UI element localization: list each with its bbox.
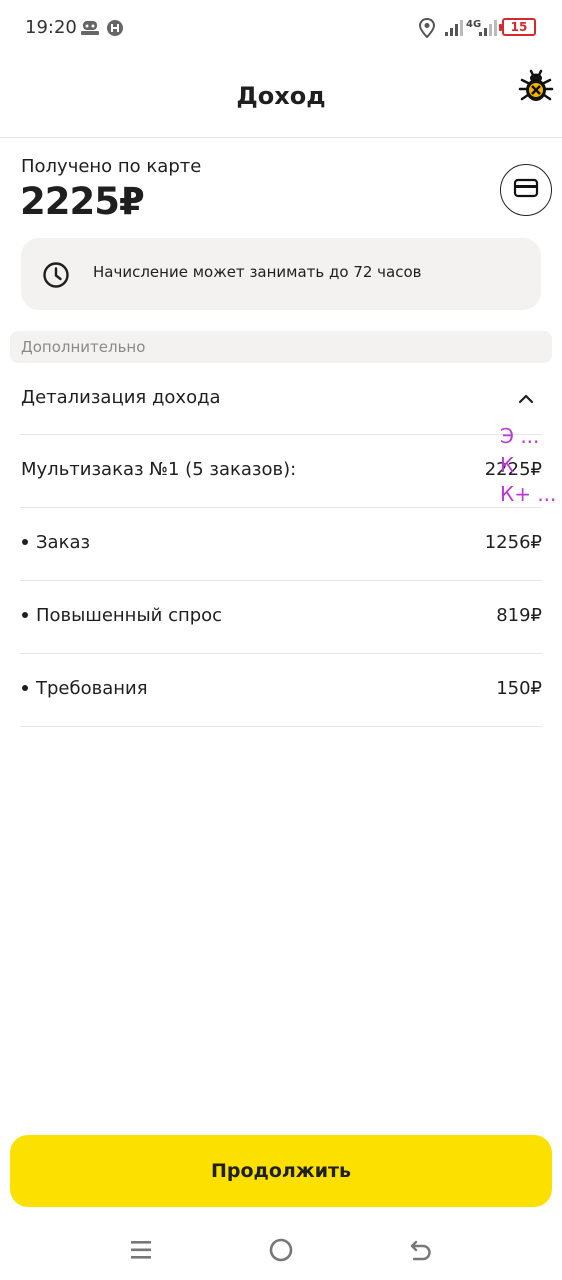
line-item: Повышенный спрос 819₽ — [20, 581, 542, 654]
received-label: Получено по карте — [21, 156, 202, 177]
debug-overlay: Э ... К К+ ... — [500, 422, 560, 509]
income-details-toggle[interactable]: Детализация дохода — [20, 363, 542, 435]
line-item-label: Требования — [36, 678, 148, 699]
location-icon — [418, 18, 436, 38]
overlay-line: К+ ... — [500, 482, 557, 506]
home-icon[interactable] — [267, 1236, 295, 1264]
details-label: Детализация дохода — [21, 387, 221, 408]
system-nav-bar — [0, 1216, 562, 1280]
line-item-label: Заказ — [36, 532, 91, 553]
accrual-notice: Начисление может занимать до 72 часов — [21, 238, 541, 310]
section-label: Дополнительно — [21, 338, 146, 356]
continue-button[interactable]: Продолжить — [10, 1135, 552, 1207]
app-header: Доход — [0, 58, 562, 138]
received-amount: 2225₽ — [20, 180, 145, 223]
back-icon[interactable] — [407, 1236, 435, 1264]
app-notification-icon — [106, 18, 124, 38]
clock-icon — [42, 261, 70, 289]
card-icon — [513, 178, 539, 202]
app-notification-icon — [80, 18, 100, 38]
chevron-up-icon — [514, 389, 538, 409]
overlay-line: К — [500, 453, 515, 477]
bullet-icon — [22, 611, 28, 618]
notice-text: Начисление может занимать до 72 часов — [93, 263, 422, 281]
multiorder-label: Мультизаказ №1 (5 заказов): — [21, 459, 297, 480]
page-title: Доход — [236, 82, 326, 110]
battery-icon: 15 — [499, 18, 536, 36]
overlay-line: Э ... — [500, 424, 540, 448]
line-item: Требования 150₽ — [20, 654, 542, 727]
line-item-label: Повышенный спрос — [36, 605, 223, 626]
status-bar: 19:20 4G 15 — [0, 0, 562, 58]
status-time: 19:20 — [25, 17, 77, 38]
signal-icon — [478, 18, 498, 38]
line-item: Заказ 1256₽ — [20, 508, 542, 581]
line-item-value: 1256₽ — [484, 532, 542, 553]
line-item-value: 819₽ — [496, 605, 542, 626]
menu-icon[interactable] — [127, 1236, 155, 1264]
bug-icon[interactable] — [516, 66, 556, 106]
section-header: Дополнительно — [10, 331, 552, 363]
line-item-value: 150₽ — [496, 678, 542, 699]
bullet-icon — [22, 684, 28, 691]
card-button[interactable] — [500, 164, 552, 216]
multiorder-row: Мультизаказ №1 (5 заказов): 2225₽ — [20, 435, 542, 508]
bullet-icon — [22, 538, 28, 545]
signal-icon — [444, 18, 464, 38]
